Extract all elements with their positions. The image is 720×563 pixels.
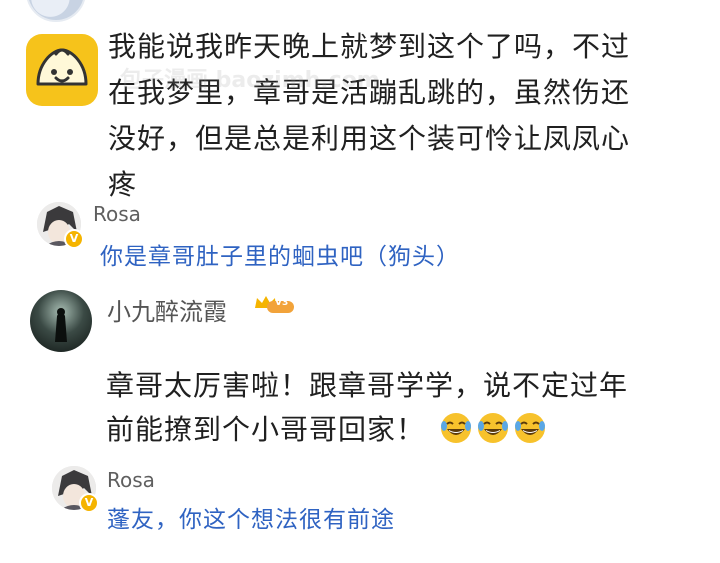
silhouette-avatar-icon [55, 308, 67, 342]
comment-line: 章哥太厉害啦！跟章哥学学，说不定过年 [106, 369, 629, 402]
level-label: V3 [275, 298, 289, 308]
level-badge: V3 [253, 294, 295, 318]
reply-text[interactable]: 蓬友，你这个想法很有前途 [107, 500, 395, 534]
laughing-crying-emoji-icon [477, 413, 508, 443]
comment-line: 疼 [108, 168, 138, 201]
reply-text[interactable]: 你是章哥肚子里的蛔虫吧（狗头） [100, 237, 460, 271]
crown-level-icon [255, 296, 294, 313]
bun-avatar[interactable] [26, 34, 98, 106]
reply-author[interactable]: Rosa [93, 202, 141, 226]
comment-body: 我能说我昨天晚上就梦到这个了吗，不过 在我梦里，章哥是活蹦乱跳的，虽然伤还 没好… [108, 24, 630, 208]
comment-body: 章哥太厉害啦！跟章哥学学，说不定过年 前能撩到个小哥哥回家！ [106, 364, 628, 452]
laughing-crying-emoji-icon [514, 413, 545, 443]
comment-line: 没好，但是总是利用这个装可怜让凤凤心 [108, 122, 631, 155]
verified-badge-icon: V [64, 229, 84, 249]
previous-user-avatar[interactable] [26, 0, 86, 22]
comment-author[interactable]: 小九醉流霞 [107, 292, 227, 327]
bun-face-icon [36, 48, 88, 86]
reply-author[interactable]: Rosa [107, 468, 155, 492]
comment-line-with-emoji: 前能撩到个小哥哥回家！ [106, 408, 628, 452]
verified-badge-icon: V [79, 493, 99, 513]
user-avatar[interactable] [30, 290, 92, 352]
emoji-row [439, 413, 550, 446]
laughing-crying-emoji-icon [440, 413, 471, 443]
watermark: 包子漫画 baozimh.com [120, 68, 380, 93]
comment-line: 前能撩到个小哥哥回家！ [106, 413, 426, 446]
